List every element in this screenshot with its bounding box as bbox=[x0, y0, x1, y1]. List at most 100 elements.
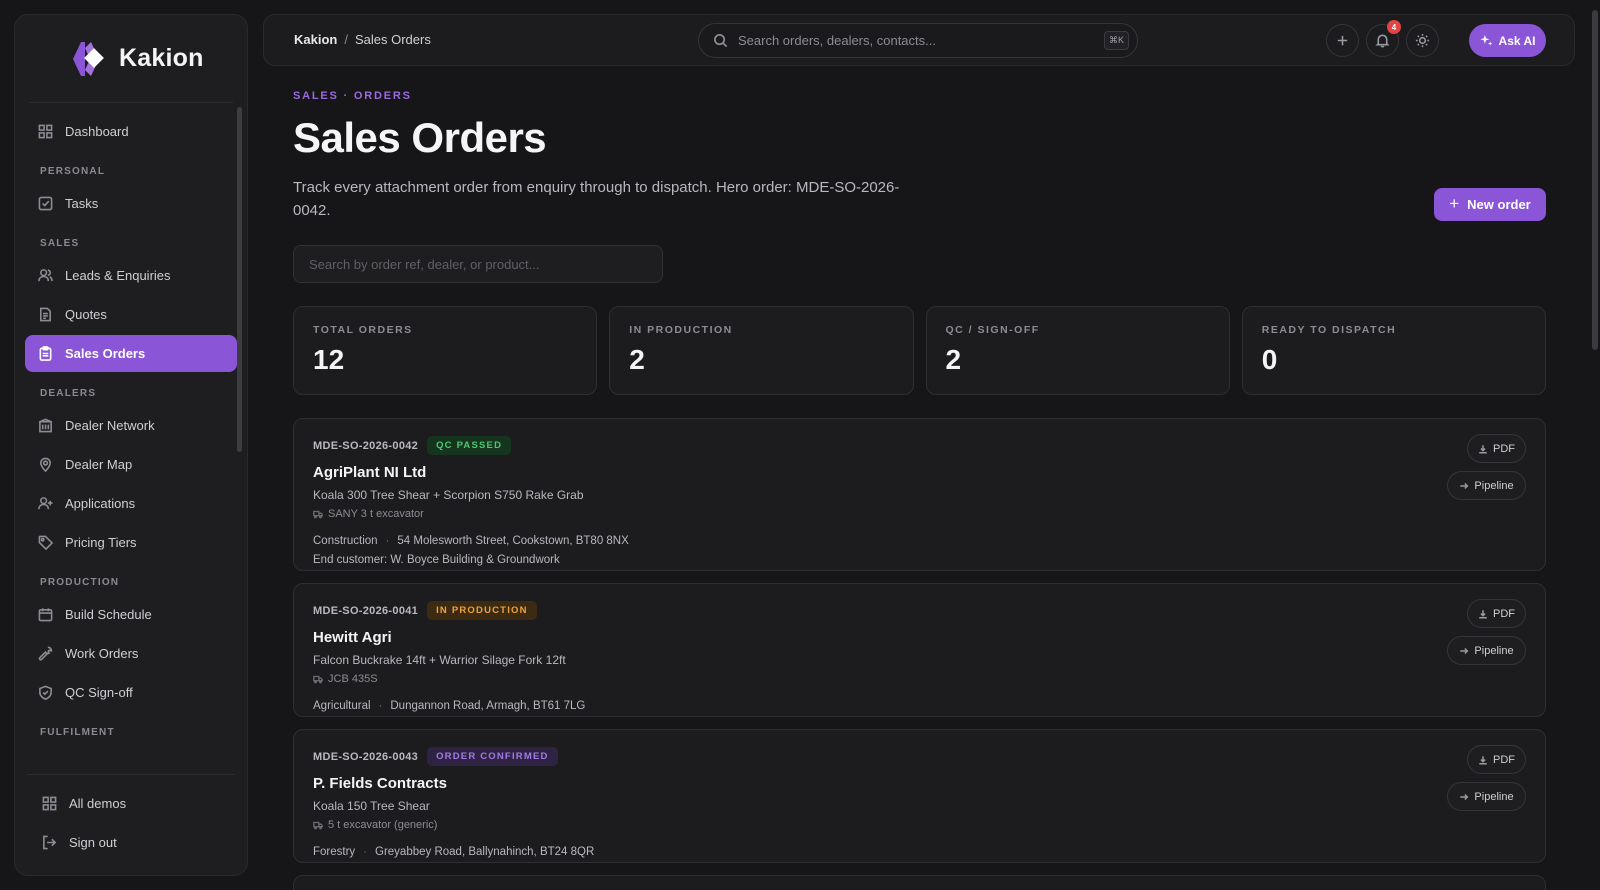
users-icon bbox=[38, 269, 53, 282]
calendar-icon bbox=[38, 608, 53, 622]
sparkles-icon bbox=[1479, 34, 1492, 46]
sidebar-item-label: Dashboard bbox=[65, 124, 129, 139]
order-machine: SANY 3 t excavator bbox=[313, 508, 1526, 520]
plus-icon bbox=[1337, 35, 1348, 46]
sidebar-item-applications[interactable]: Applications bbox=[25, 485, 237, 522]
theme-toggle-button[interactable] bbox=[1406, 24, 1439, 57]
order-product: Koala 300 Tree Shear + Scorpion S750 Rak… bbox=[313, 488, 584, 502]
sidebar-item-work-orders[interactable]: Work Orders bbox=[25, 635, 237, 672]
order-address: Greyabbey Road, Ballynahinch, BT24 8QR bbox=[375, 846, 595, 858]
map-pin-icon bbox=[40, 457, 51, 472]
sidebar-item-dashboard[interactable]: Dashboard bbox=[25, 113, 237, 150]
notifications-button[interactable]: 4 bbox=[1366, 20, 1401, 57]
page-title: Sales Orders bbox=[293, 114, 547, 161]
stat-card-qc-signoff: QC / SIGN-OFF 2 bbox=[925, 306, 1230, 395]
pdf-button[interactable]: PDF bbox=[1467, 599, 1526, 628]
sidebar-item-sign-out[interactable]: Sign out bbox=[27, 824, 235, 861]
breadcrumb-separator: / bbox=[344, 32, 348, 47]
arrow-right-icon bbox=[1460, 647, 1469, 654]
wrench-icon bbox=[38, 646, 53, 661]
order-search-input[interactable]: Search by order ref, dealer, or product.… bbox=[293, 245, 663, 283]
order-list: MDE-SO-2026-0042 QC PASSED AgriPlant NI … bbox=[293, 418, 1546, 890]
sidebar-item-leads[interactable]: Leads & Enquiries bbox=[25, 257, 237, 294]
sidebar-item-dealer-map[interactable]: Dealer Map bbox=[25, 446, 237, 483]
sidebar-item-sales-orders[interactable]: Sales Orders bbox=[25, 335, 237, 372]
sidebar-item-build-schedule[interactable]: Build Schedule bbox=[25, 596, 237, 633]
sidebar-scrollbar[interactable] bbox=[237, 107, 242, 452]
sidebar-item-pricing-tiers[interactable]: Pricing Tiers bbox=[25, 524, 237, 561]
status-badge: IN PRODUCTION bbox=[427, 601, 537, 620]
user-plus-icon bbox=[38, 497, 53, 510]
order-machine: 5 t excavator (generic) bbox=[313, 819, 1526, 831]
sun-icon bbox=[1415, 33, 1430, 48]
document-icon bbox=[40, 307, 51, 322]
sidebar: Kakion Dashboard PERSONAL Tasks SALES Le… bbox=[14, 14, 248, 876]
sidebar-item-tasks[interactable]: Tasks bbox=[25, 185, 237, 222]
download-icon bbox=[1479, 444, 1487, 453]
pipeline-button[interactable]: Pipeline bbox=[1447, 782, 1526, 811]
meta-separator: · bbox=[385, 535, 390, 547]
new-order-button[interactable]: + New order bbox=[1434, 188, 1546, 221]
order-sector: Forestry bbox=[313, 846, 356, 858]
order-card[interactable]: MDE-SO-2026-0042 QC PASSED AgriPlant NI … bbox=[293, 418, 1546, 571]
pipeline-button[interactable]: Pipeline bbox=[1447, 636, 1526, 665]
ask-ai-button[interactable]: Ask AI bbox=[1469, 24, 1546, 57]
pdf-label: PDF bbox=[1493, 753, 1515, 766]
dealer-name[interactable]: Hewitt Agri bbox=[313, 629, 1526, 646]
stat-value: 0 bbox=[1261, 344, 1278, 375]
grid-icon bbox=[38, 124, 53, 139]
arrow-right-icon bbox=[1460, 793, 1469, 800]
section-production: PRODUCTION bbox=[40, 577, 120, 588]
sidebar-item-dealer-network[interactable]: Dealer Network bbox=[25, 407, 237, 444]
order-meta: Agricultural · Dungannon Road, Armagh, B… bbox=[313, 700, 1526, 712]
add-button[interactable] bbox=[1326, 24, 1359, 57]
ask-ai-label: Ask AI bbox=[1498, 33, 1536, 48]
search-placeholder: Search orders, dealers, contacts... bbox=[738, 33, 936, 48]
order-meta: Construction · 54 Molesworth Street, Coo… bbox=[313, 535, 1526, 547]
pdf-button[interactable]: PDF bbox=[1467, 745, 1526, 774]
sidebar-item-label: All demos bbox=[69, 796, 127, 811]
machine-label: SANY 3 t excavator bbox=[328, 508, 424, 520]
top-bar: Kakion / Sales Orders Search orders, dea… bbox=[263, 14, 1575, 66]
clipboard-icon bbox=[39, 346, 52, 361]
sidebar-item-all-demos[interactable]: All demos bbox=[27, 785, 235, 822]
pipeline-button[interactable]: Pipeline bbox=[1447, 471, 1526, 500]
kakion-logo-icon bbox=[73, 41, 104, 76]
breadcrumb-root[interactable]: Kakion bbox=[294, 32, 337, 47]
pipeline-label: Pipeline bbox=[1474, 790, 1514, 803]
pdf-label: PDF bbox=[1493, 607, 1515, 620]
order-machine: JCB 435S bbox=[313, 673, 1526, 685]
global-search-input[interactable]: Search orders, dealers, contacts... ⌘K bbox=[698, 23, 1138, 58]
section-sales: SALES bbox=[40, 238, 80, 249]
order-address: Dungannon Road, Armagh, BT61 7LG bbox=[390, 700, 586, 712]
order-ref: MDE-SO-2026-0041 bbox=[313, 604, 419, 617]
bell-icon bbox=[1375, 34, 1390, 48]
status-badge: ORDER CONFIRMED bbox=[427, 747, 558, 766]
pdf-button[interactable]: PDF bbox=[1467, 434, 1526, 463]
shortcut-hint: ⌘K bbox=[1103, 31, 1129, 50]
sidebar-item-qc-signoff[interactable]: QC Sign-off bbox=[25, 674, 237, 711]
truck-icon bbox=[313, 510, 323, 519]
new-order-label: New order bbox=[1467, 197, 1531, 212]
download-icon bbox=[1479, 755, 1487, 764]
sidebar-item-quotes[interactable]: Quotes bbox=[25, 296, 237, 333]
order-meta: Forestry · Greyabbey Road, Ballynahinch,… bbox=[313, 846, 1526, 858]
logo[interactable]: Kakion bbox=[29, 15, 233, 103]
sidebar-item-label: Sales Orders bbox=[65, 346, 146, 361]
order-card[interactable] bbox=[293, 875, 1546, 890]
dealer-name[interactable]: P. Fields Contracts bbox=[313, 775, 1526, 792]
shield-check-icon bbox=[39, 685, 52, 700]
download-icon bbox=[1479, 609, 1487, 618]
sidebar-item-label: Tasks bbox=[65, 196, 99, 211]
checkbox-icon bbox=[38, 196, 53, 211]
order-product: Koala 150 Tree Shear bbox=[313, 799, 430, 813]
stat-card-ready-to-dispatch: READY TO DISPATCH 0 bbox=[1241, 306, 1546, 395]
stats-row: TOTAL ORDERS 12 IN PRODUCTION 2 QC / SIG… bbox=[293, 306, 1546, 395]
truck-icon bbox=[313, 821, 323, 830]
order-card[interactable]: MDE-SO-2026-0043 ORDER CONFIRMED P. Fiel… bbox=[293, 729, 1546, 863]
dealer-name[interactable]: AgriPlant NI Ltd bbox=[313, 464, 1526, 481]
page-scrollbar[interactable] bbox=[1592, 10, 1598, 350]
order-sector: Construction bbox=[313, 535, 378, 547]
stat-label: READY TO DISPATCH bbox=[1261, 324, 1397, 336]
order-card[interactable]: MDE-SO-2026-0041 IN PRODUCTION Hewitt Ag… bbox=[293, 583, 1546, 717]
